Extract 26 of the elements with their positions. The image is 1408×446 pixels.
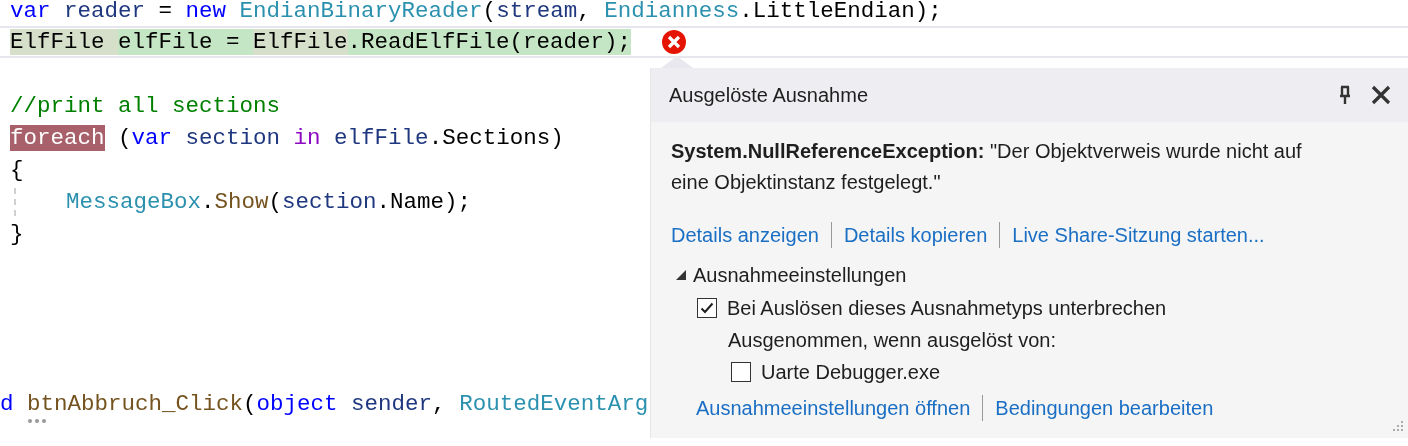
code-line: foreach (var section in elfFile.Sections) [10, 124, 564, 152]
code-line: { [10, 156, 24, 184]
expanded-arrow-icon[interactable] [675, 269, 687, 281]
checkbox-label: Bei Auslösen dieses Ausnahmetyps unterbrechen [727, 296, 1167, 320]
checkbox[interactable] [697, 298, 717, 318]
error-icon [661, 29, 688, 55]
exception-message: System.NullReferenceException: "Der Objektverweis wurde nicht auf eine Objektinstanz festgelegt." [671, 139, 1303, 195]
section-label: Ausgenommen, wenn ausgelöst von: [728, 328, 1057, 353]
checkbox[interactable] [731, 362, 751, 382]
resize-grip-icon[interactable] [1390, 420, 1404, 434]
link[interactable]: Details kopieren [843, 223, 988, 247]
close-icon[interactable] [1370, 84, 1392, 106]
code-line: var reader = new EndianBinaryReader(stream, Endianness.LittleEndian); [10, 0, 942, 25]
code-line: //print all sections [10, 92, 281, 120]
link[interactable]: Ausnahmeeinstellungen öffnen [696, 396, 971, 420]
popup-title: Ausgelöste Ausnahme [669, 83, 870, 107]
ellipsis-icon[interactable] [27, 418, 47, 424]
link[interactable]: Bedingungen bearbeiten [995, 396, 1214, 420]
checkbox-label: Uarte Debugger.exe [761, 360, 940, 384]
code-line: ElfFile elfFile = ElfFile.ReadElfFile(reader); [10, 28, 632, 56]
code-line: d btnAbbruch_Click(object sender, RoutedEventArg [0, 390, 649, 418]
section-header[interactable]: Ausnahmeeinstellungen [693, 263, 907, 287]
code-line: } [10, 220, 24, 248]
link[interactable]: Live Share-Sitzung starten... [1012, 223, 1265, 247]
link[interactable]: Details anzeigen [671, 223, 819, 247]
code-line: MessageBox.Show(section.Name); [14, 188, 472, 216]
